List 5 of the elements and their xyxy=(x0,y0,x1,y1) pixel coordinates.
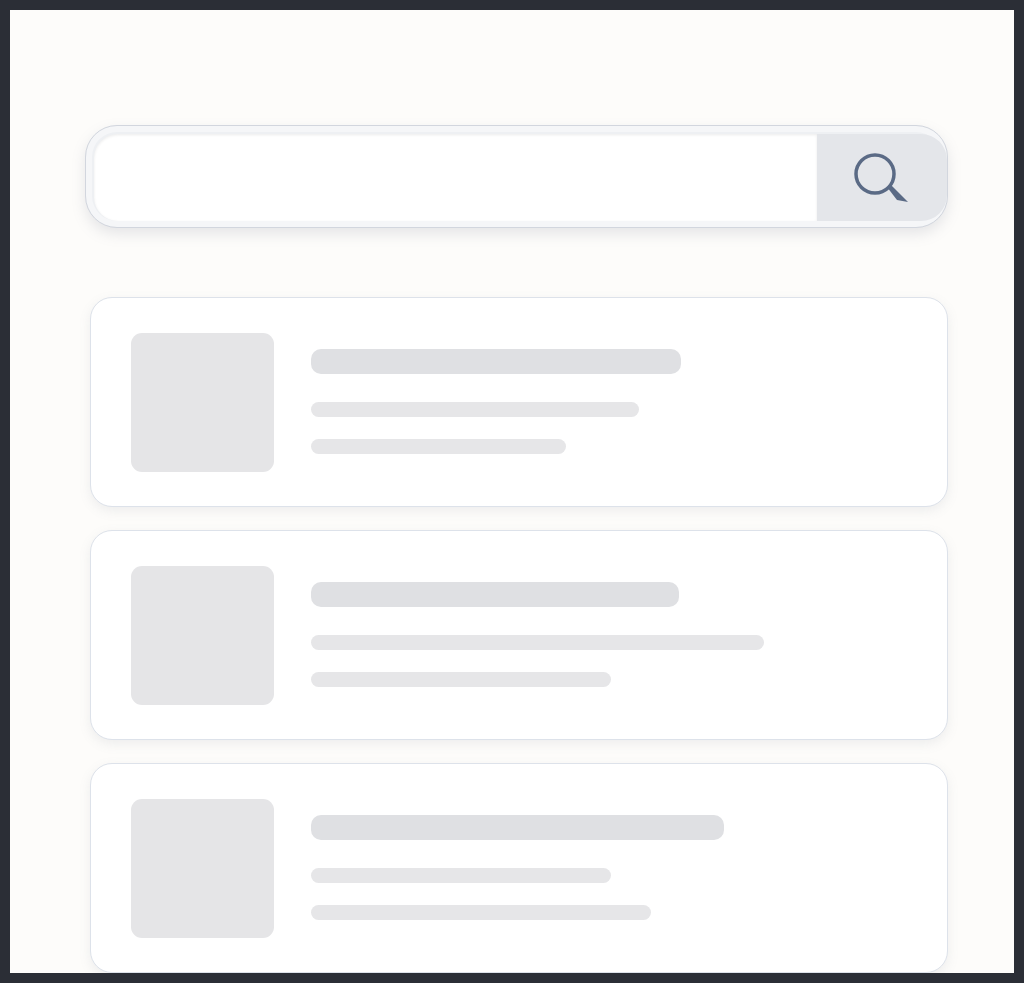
result-card[interactable] xyxy=(90,297,948,507)
search-field[interactable] xyxy=(94,134,817,221)
search-button[interactable] xyxy=(817,134,947,221)
result-card[interactable] xyxy=(90,763,948,973)
result-card[interactable] xyxy=(90,530,948,740)
